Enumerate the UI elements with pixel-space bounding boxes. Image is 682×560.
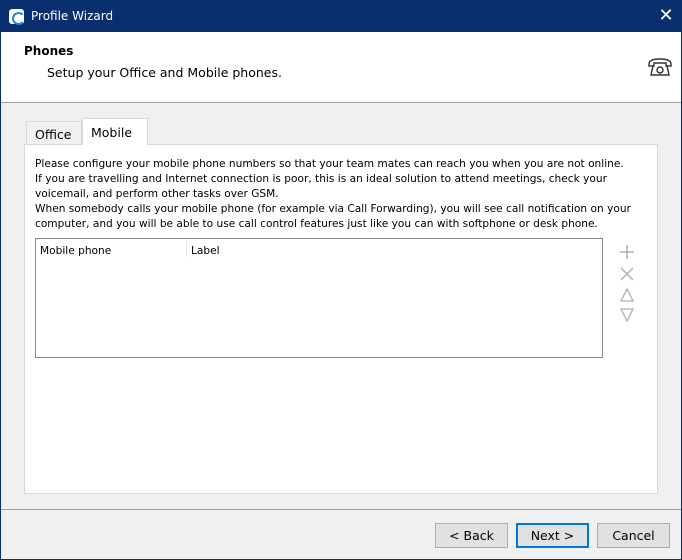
title-bar: Profile Wizard ✕ xyxy=(1,1,681,32)
description-line: When somebody calls your mobile phone (f… xyxy=(35,203,631,230)
description-line: If you are travelling and Internet conne… xyxy=(35,173,607,200)
column-header-label[interactable]: Label xyxy=(186,241,220,257)
profile-wizard-window: Profile Wizard ✕ Phones Setup your Offic… xyxy=(0,0,682,560)
page-title: Phones xyxy=(24,44,74,58)
app-logo-icon xyxy=(9,9,25,25)
move-up-icon[interactable] xyxy=(619,287,635,303)
window-title: Profile Wizard xyxy=(31,9,114,23)
telephone-icon xyxy=(648,58,672,76)
next-button[interactable]: Next > xyxy=(516,523,589,548)
tab-office[interactable]: Office xyxy=(26,121,82,146)
tab-mobile[interactable]: Mobile xyxy=(82,118,148,145)
mobile-phones-table[interactable]: Mobile phone Label xyxy=(35,238,603,358)
close-icon[interactable]: ✕ xyxy=(651,1,681,32)
wizard-header: Phones Setup your Office and Mobile phon… xyxy=(1,32,681,103)
remove-icon[interactable] xyxy=(619,266,635,282)
mobile-tab-panel: Please configure your mobile phone numbe… xyxy=(24,144,658,494)
column-header-mobile-phone[interactable]: Mobile phone xyxy=(40,245,111,257)
description-line: Please configure your mobile phone numbe… xyxy=(35,158,624,170)
footer-divider xyxy=(1,509,681,510)
cancel-button[interactable]: Cancel xyxy=(597,523,670,548)
description: Please configure your mobile phone numbe… xyxy=(35,157,655,232)
move-down-icon[interactable] xyxy=(619,307,635,323)
add-icon[interactable] xyxy=(619,244,635,260)
page-subtitle: Setup your Office and Mobile phones. xyxy=(47,65,282,80)
back-button[interactable]: < Back xyxy=(435,523,508,548)
